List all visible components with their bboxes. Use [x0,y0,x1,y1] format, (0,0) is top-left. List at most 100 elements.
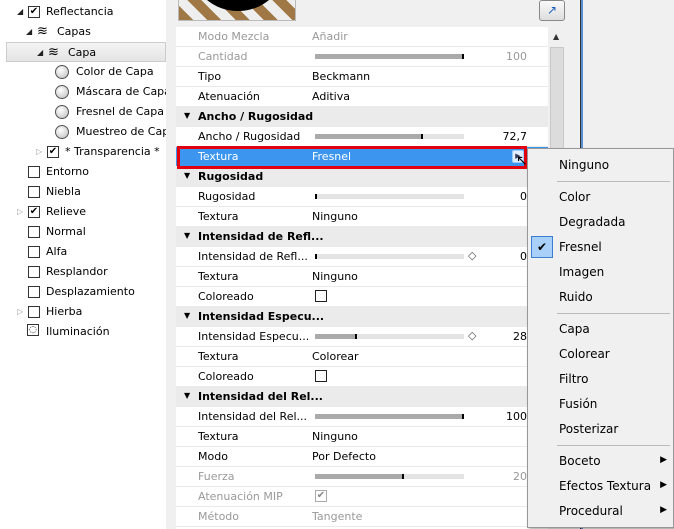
tree-item[interactable]: Desplazamiento [0,282,166,302]
tree-item[interactable]: Máscara de Capa [0,82,166,102]
tree-item[interactable]: Color de Capa [0,62,166,82]
slider-value[interactable]: 72,7 [503,130,528,143]
menu-item-procedural[interactable]: Procedural ▶ [528,499,674,524]
tree-item[interactable]: Fresnel de Capa [0,102,166,122]
property-value-dropdown[interactable]: Ninguno [312,270,358,283]
menu-item-posterizar[interactable]: Posterizar [528,417,674,442]
checkbox[interactable]: ✔ [47,146,59,158]
checkbox[interactable] [28,266,40,278]
tree-item[interactable]: Niebla [0,182,166,202]
collapse-arrow-icon[interactable]: ▼ [184,391,190,400]
menu-item-colorear[interactable]: Colorear [528,342,674,367]
checkbox[interactable] [28,166,40,178]
property-checkbox[interactable] [315,370,327,382]
slider-track[interactable] [315,414,464,419]
tree-item[interactable]: Alfa [0,242,166,262]
property-value-dropdown[interactable]: Ninguno [312,430,358,443]
menu-item-fresnel[interactable]: ✔ Fresnel [528,235,674,260]
property-row: Cantidad 100 [176,47,548,67]
property-value-dropdown[interactable]: Por Defecto [312,450,376,463]
collapse-arrow-icon[interactable]: ▼ [184,231,190,240]
property-checkbox[interactable] [315,290,327,302]
slider-fill[interactable] [315,334,357,339]
property-value-dropdown[interactable]: Tangente [312,510,362,523]
collapse-arrow-icon[interactable]: ▼ [184,111,190,120]
tree-item[interactable]: ◢ ≋ Capa [6,42,166,62]
checkbox[interactable] [28,246,40,258]
menu-item-boceto[interactable]: Boceto ▶ [528,449,674,474]
collapse-arrow-icon[interactable]: ▼ [184,311,190,320]
tree-item[interactable]: Muestreo de Capa [0,122,166,142]
export-button[interactable]: ↗ [539,0,565,21]
tree-item[interactable]: Resplandor [0,262,166,282]
slider-value[interactable]: 20 [513,470,527,483]
section-header[interactable]: ▼ Ancho / Rugosidad [176,107,548,127]
property-value-dropdown[interactable]: Beckmann [312,70,370,83]
collapse-arrow-icon[interactable]: ▼ [184,171,190,180]
slider-track[interactable] [315,334,464,339]
slider-value[interactable]: 28 [513,330,527,343]
menu-item-fusi-n[interactable]: Fusión [528,392,674,417]
tree-item[interactable]: ◢ ✔ Reflectancia [0,2,166,22]
collapsed-arrow-icon[interactable]: ▷ [17,307,23,316]
slider-value[interactable]: 0 [520,190,527,203]
slider-track[interactable] [315,134,464,139]
tree-item[interactable]: ◌ Iluminación [0,322,166,342]
slider-fill[interactable] [315,194,317,199]
slider-track[interactable] [315,254,464,259]
checkbox[interactable] [28,186,40,198]
slider-value[interactable]: 100 [506,410,527,423]
menu-item-efectos-textura[interactable]: Efectos Textura ▶ [528,474,674,499]
property-value-dropdown[interactable]: Añadir [312,30,348,43]
menu-item-ruido[interactable]: Ruido [528,285,674,310]
section-header[interactable]: ▼ Rugosidad [176,167,548,187]
menu-item-label: Ninguno [559,158,610,172]
property-row: Intensidad Especu... ◇ 28 [176,327,548,347]
checkbox[interactable]: ✔ [28,206,40,218]
expanded-arrow-icon[interactable]: ◢ [37,48,43,57]
keyframe-icon[interactable]: ◇ [468,329,476,342]
menu-item-imagen[interactable]: Imagen [528,260,674,285]
expanded-arrow-icon[interactable]: ◢ [26,27,32,36]
property-value-dropdown[interactable]: Aditiva [312,90,350,103]
slider-value[interactable]: 100 [506,50,527,63]
tree-item[interactable]: ◢ ≋ Capas [0,22,166,42]
slider-track[interactable] [315,54,464,59]
slider-track[interactable] [315,194,464,199]
menu-item-label: Procedural [559,504,623,518]
menu-item-capa[interactable]: Capa [528,317,674,342]
slider-fill[interactable] [315,134,424,139]
tree-item[interactable]: Normal [0,222,166,242]
slider-fill[interactable] [315,254,317,259]
menu-item-ninguno[interactable]: Ninguno [528,153,674,178]
tree-item[interactable]: ▷ Hierba [0,302,166,322]
menu-item-degradada[interactable]: Degradada [528,210,674,235]
property-value-dropdown[interactable]: Colorear [312,350,359,363]
menu-item-color[interactable]: Color [528,185,674,210]
tree-item[interactable]: ▷ ✔ * Transparencia * [0,142,166,162]
property-checkbox[interactable]: ✔ [315,490,327,502]
collapsed-arrow-icon[interactable]: ▷ [36,147,42,156]
property-value-dropdown[interactable]: Ninguno [312,210,358,223]
section-header[interactable]: ▼ Intensidad del Rel... [176,387,548,407]
slider-fill[interactable] [315,54,464,59]
menu-item-filtro[interactable]: Filtro [528,367,674,392]
slider-fill[interactable] [315,414,464,419]
checkbox[interactable] [28,286,40,298]
section-header[interactable]: ▼ Intensidad de Refl... [176,227,548,247]
section-header[interactable]: ▼ Intensidad Especu... [176,307,548,327]
slider-value[interactable]: 0 [520,250,527,263]
checkbox[interactable] [28,306,40,318]
expanded-arrow-icon[interactable]: ◢ [17,7,23,16]
property-row: Textura Ninguno [176,267,548,287]
collapsed-arrow-icon[interactable]: ▷ [17,207,23,216]
tree-item[interactable]: ▷ ✔ Relieve [0,202,166,222]
scroll-up-icon[interactable]: ▲ [553,32,559,41]
keyframe-icon[interactable]: ◇ [468,249,476,262]
checkbox[interactable]: ✔ [28,6,40,18]
tree-item[interactable]: Entorno [0,162,166,182]
splitter[interactable] [166,0,176,529]
checkbox[interactable] [28,226,40,238]
slider-fill[interactable] [315,474,405,479]
slider-track[interactable] [315,474,464,479]
